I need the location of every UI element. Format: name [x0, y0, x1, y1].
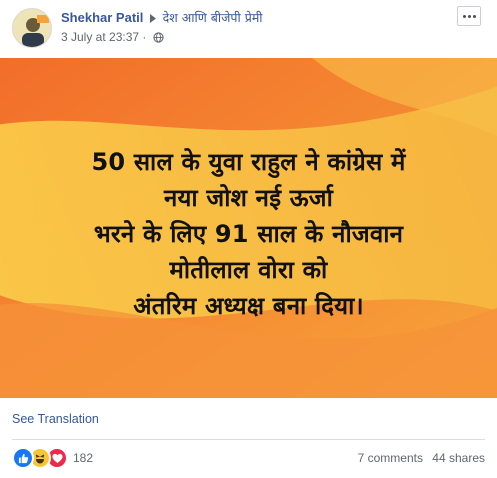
image-text-line: अंतरिम अध्यक्ष बना दिया।	[133, 292, 364, 320]
more-options-icon[interactable]	[457, 6, 481, 26]
globe-icon[interactable]	[153, 32, 164, 46]
author-line: Shekhar Patil देश आणि बीजेपी प्रेमी	[61, 9, 263, 26]
post-stats: 7 comments 44 shares	[358, 451, 485, 465]
author-name-link[interactable]: Shekhar Patil	[61, 10, 143, 25]
post-image[interactable]: 50 साल के युवा राहुल ने कांग्रेस में नया…	[0, 58, 497, 398]
comments-count-link[interactable]: 7 comments	[358, 451, 423, 465]
image-text-line: 50 साल के युवा राहुल ने कांग्रेस में	[91, 148, 406, 176]
divider	[12, 439, 485, 440]
image-text: 50 साल के युवा राहुल ने कांग्रेस में नया…	[0, 144, 497, 324]
reaction-count: 182	[73, 451, 94, 465]
post-meta: 3 July at 23:37 ·	[61, 30, 164, 46]
image-text-line: मोतीलाल वोरा को	[169, 256, 328, 284]
reactions-summary[interactable]: 182	[12, 447, 94, 469]
group-name-link[interactable]: देश आणि बीजेपी प्रेमी	[163, 10, 263, 25]
post-timestamp-link[interactable]: 3 July at 23:37	[61, 30, 139, 44]
dot-icon	[462, 14, 466, 18]
shares-count-link[interactable]: 44 shares	[432, 451, 485, 465]
see-translation-link[interactable]: See Translation	[12, 412, 99, 426]
post-header: Shekhar Patil देश आणि बीजेपी प्रेमी 3 Ju…	[0, 0, 497, 56]
meta-separator: ·	[142, 30, 147, 44]
image-text-line: नया जोश नई ऊर्जा	[163, 184, 334, 212]
like-icon	[12, 447, 34, 469]
dot-icon	[472, 14, 476, 18]
author-avatar[interactable]	[12, 8, 52, 48]
dot-icon	[467, 14, 471, 18]
caret-right-icon	[150, 11, 156, 26]
image-text-line: भरने के लिए 91 साल के नौजवान	[93, 220, 404, 248]
